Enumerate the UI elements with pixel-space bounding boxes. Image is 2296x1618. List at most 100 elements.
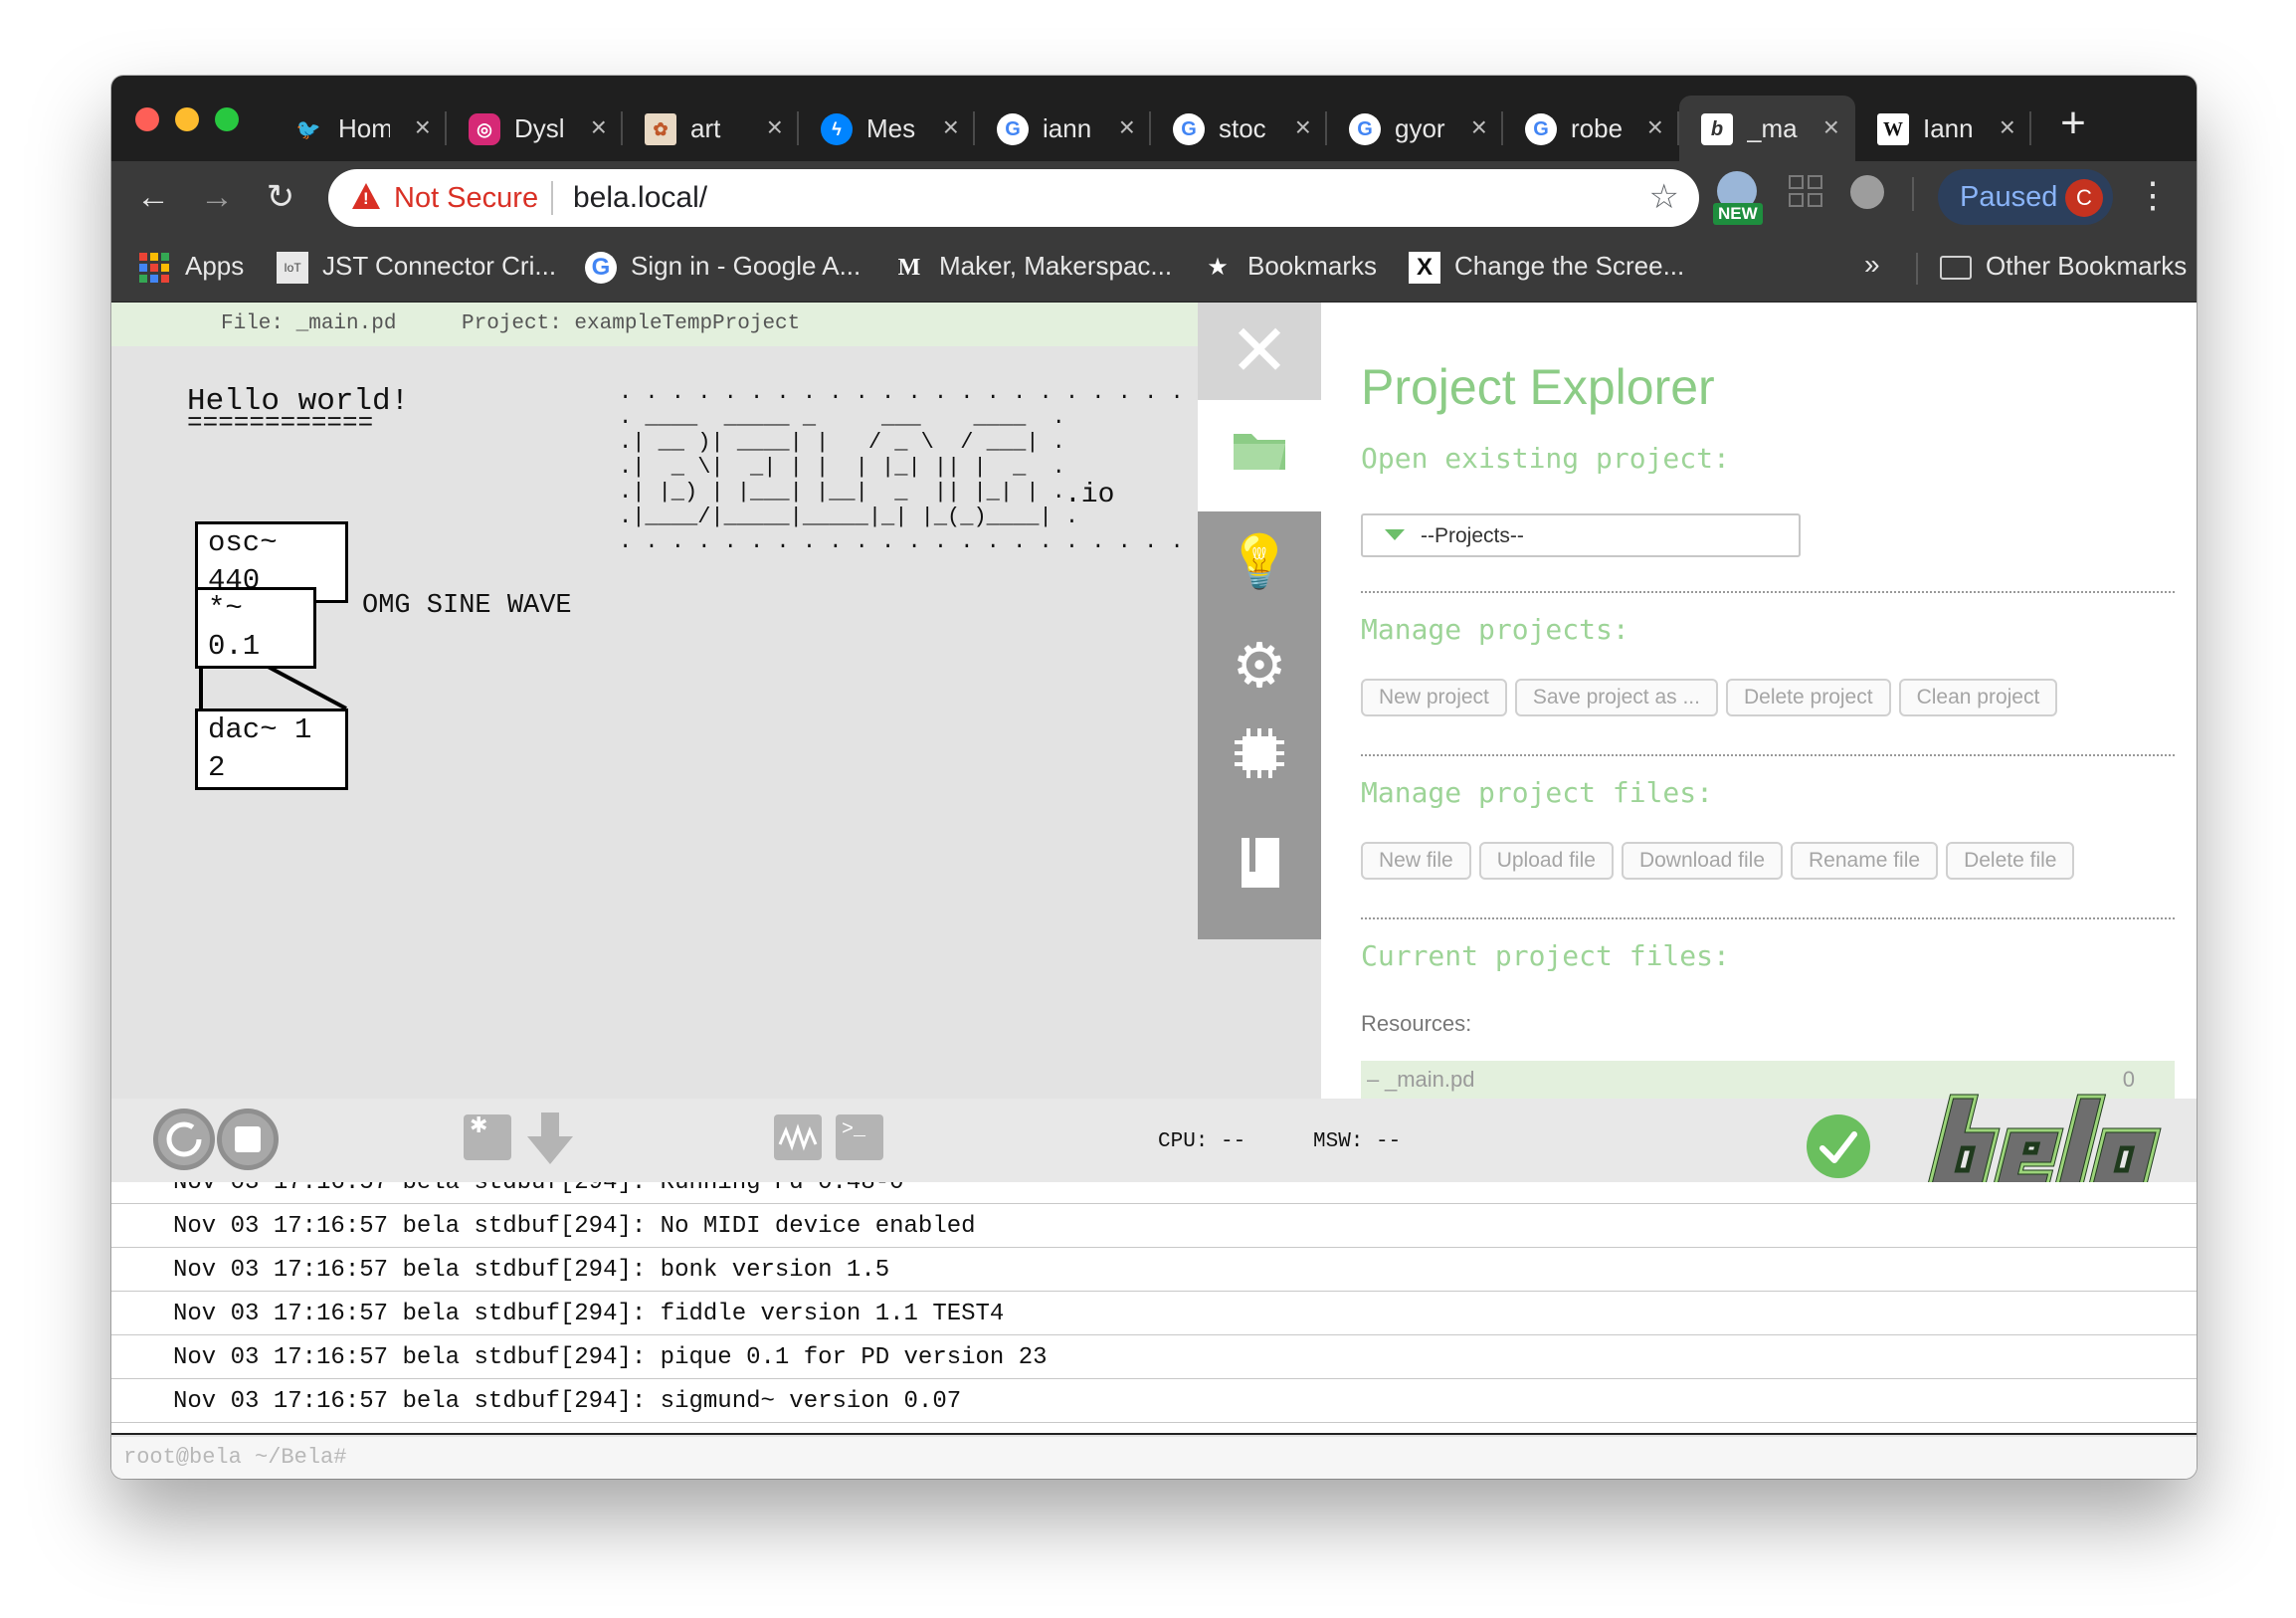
tab-bela-active[interactable]: b _ma × [1679,96,1855,161]
address-bar[interactable]: Not Secure bela.local/ ☆ [328,169,1699,227]
console-input[interactable]: root@bela ~/Bela# [111,1437,2197,1479]
google-icon: G [1349,113,1381,145]
download-file-button[interactable]: Download file [1621,842,1784,880]
close-tab-area: ✕ [1198,303,1321,400]
kebab-menu-icon[interactable]: ⋮ [2135,173,2171,217]
extension-grid-icon[interactable] [1789,175,1824,209]
url-text[interactable]: bela.local/ [573,181,707,215]
profile-paused-button[interactable]: Paused C [1938,169,2113,225]
x-favicon-icon: X [1409,252,1440,285]
current-files-heading: Current project files: [1361,939,1730,972]
minimize-window-button[interactable] [175,107,199,131]
bela-favicon: b [1701,113,1733,145]
close-icon[interactable]: × [2000,111,2015,143]
ide-toolbar: ✱ >_ CPU: -- MSW: -- [111,1094,2197,1191]
back-button[interactable]: ← [131,175,175,219]
delete-file-button[interactable]: Delete file [1946,842,2075,880]
extension-circle-icon[interactable] [1850,175,1884,209]
close-icon[interactable]: × [1119,111,1135,143]
tab-title: Iann [1923,113,1974,143]
bookmark-bookmarks[interactable]: ★ Bookmarks [1202,251,1377,284]
close-icon[interactable]: × [943,111,959,143]
sidebar-tabs-lower: 💡 ⚙ [1198,511,1321,939]
close-icon[interactable]: ✕ [1198,308,1321,394]
console-line: Nov 03 17:16:57 bela stdbuf[294]: fiddle… [111,1292,2197,1335]
tab-google-2[interactable]: G stoc × [1151,96,1327,161]
dac-object[interactable]: dac~ 1 2 [195,708,348,790]
avatar: C [2065,179,2103,217]
close-icon[interactable]: × [415,111,431,143]
bookmark-signin[interactable]: G Sign in - Google A... [585,251,861,285]
sidebar-tab-explorer[interactable] [1198,400,1321,511]
forward-button[interactable]: → [195,175,239,219]
run-button[interactable] [153,1109,215,1170]
tab-instagram[interactable]: ◎ Dysl × [447,96,623,161]
stop-icon [235,1126,261,1152]
new-file-button[interactable]: New file [1361,842,1471,880]
multiply-object[interactable]: *~ 0.1 [195,587,316,669]
open-project-heading: Open existing project: [1361,442,1730,475]
delete-project-button[interactable]: Delete project [1725,679,1891,716]
console-line-text: Nov 03 17:16:57 bela stdbuf[294]: bonk v… [173,1257,890,1284]
bookmark-change[interactable]: X Change the Scree... [1409,251,1685,285]
upload-file-button[interactable]: Upload file [1478,842,1614,880]
new-tab-button[interactable]: + [2045,98,2101,153]
clean-project-button[interactable]: Clean project [1898,679,2058,716]
bookmark-maker[interactable]: M Maker, Makerspac... [893,251,1172,284]
lightbulb-icon[interactable]: 💡 [1198,531,1321,592]
bookmark-label: Other Bookmarks [1986,251,2188,281]
tab-twitter[interactable]: 🐦 Hom × [271,96,447,161]
tab-messenger[interactable]: ϟ Mes × [799,96,975,161]
new-file-icon[interactable]: ✱ [464,1112,511,1160]
save-project-as-button[interactable]: Save project as ... [1514,679,1718,716]
close-icon[interactable]: × [767,111,783,143]
zoom-window-button[interactable] [215,107,239,131]
tree-dash: – [1367,1067,1380,1092]
address-toolbar: ← → ↻ Not Secure bela.local/ ☆ NEW Pause… [111,161,2197,235]
bookmark-other[interactable]: Other Bookmarks [1940,251,2187,282]
tab-title: iann [1043,113,1092,143]
divider [1916,253,1918,285]
bookmark-star-icon[interactable]: ☆ [1649,177,1679,217]
tab-title: Hom [338,113,390,143]
tab-google-3[interactable]: G gyor × [1327,96,1503,161]
pd-patch-canvas[interactable]: File: _main.pd Project: exampleTempProje… [111,303,1394,1099]
terminal-icon[interactable]: >_ [836,1114,883,1160]
chip-icon[interactable] [1235,728,1284,778]
close-icon[interactable]: × [1823,111,1839,143]
close-icon[interactable]: × [1295,111,1311,143]
close-icon[interactable]: × [1647,111,1663,143]
console-line-text: Nov 03 17:16:57 bela stdbuf[294]: pique … [173,1344,1048,1371]
tab-google-4[interactable]: G robe × [1503,96,1679,161]
bookmarks-overflow-button[interactable]: » [1864,249,1880,281]
stop-button[interactable] [217,1109,279,1170]
rename-file-button[interactable]: Rename file [1791,842,1939,880]
paused-label: Paused [1960,181,2058,213]
tab-wikipedia[interactable]: W Iann × [1855,96,2031,161]
console-output[interactable]: Nov 03 17:16:57 bela stdbuf[294]: Runnin… [111,1182,2197,1435]
close-icon[interactable]: × [591,111,607,143]
new-project-button[interactable]: New project [1361,679,1507,716]
tab-google-1[interactable]: G iann × [975,96,1151,161]
book-icon[interactable] [1238,836,1283,890]
tab-title: _ma [1747,113,1798,143]
bookmark-label: Change the Scree... [1454,251,1685,281]
close-icon[interactable]: × [1471,111,1487,143]
divider [551,181,553,215]
medium-icon: M [897,255,921,282]
bookmark-label: Maker, Makerspac... [939,251,1173,281]
project-select[interactable]: --Projects-- [1361,513,1801,557]
manage-projects-heading: Manage projects: [1361,613,1629,646]
file-name: _main.pd [1385,1067,1475,1092]
reload-button[interactable]: ↻ [259,175,302,219]
close-window-button[interactable] [135,107,159,131]
bookmark-apps[interactable]: Apps [139,251,244,284]
gear-icon[interactable]: ⚙ [1198,629,1321,702]
tab-art[interactable]: ✿ art × [623,96,799,161]
scope-icon[interactable] [774,1114,822,1160]
download-icon[interactable] [525,1112,575,1166]
bookmark-jst[interactable]: IoT JST Connector Cri... [277,251,556,285]
msw-readout: MSW: -- [1313,1130,1402,1153]
security-indicator[interactable]: Not Secure [394,182,538,215]
google-icon: G [585,252,617,285]
